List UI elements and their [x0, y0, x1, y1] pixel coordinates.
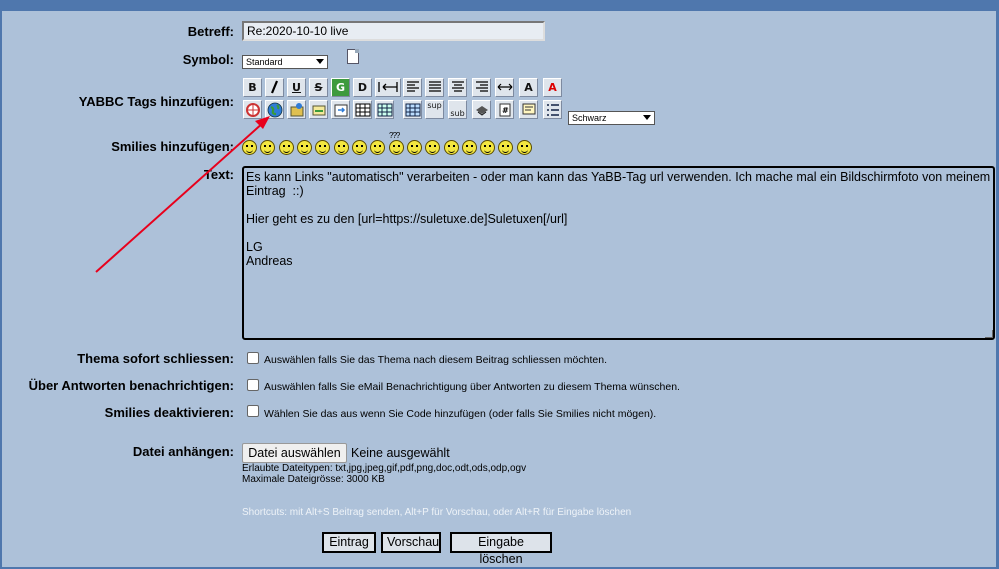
svg-text:#: #: [502, 106, 509, 115]
disable-smilies-desc: Wählen Sie das aus wenn Sie Code hinzufü…: [264, 408, 657, 420]
smiley-kiss-icon[interactable]: [498, 140, 513, 155]
close-thread-desc: Auswählen falls Sie das Thema nach diese…: [264, 354, 607, 366]
file-status: Keine ausgewählt: [351, 446, 450, 460]
smiley-cool-icon[interactable]: [370, 140, 385, 155]
notify-checkbox[interactable]: [247, 379, 259, 391]
chevron-down-icon: [316, 59, 324, 64]
left-border: [0, 11, 2, 569]
smiley-shocked-icon[interactable]: [352, 140, 367, 155]
subject-input[interactable]: Re:2020-10-10 live: [242, 21, 545, 41]
font-color-button[interactable]: A: [543, 78, 562, 97]
close-thread-label: Thema sofort schliessen:: [77, 351, 234, 366]
shadow-button[interactable]: D: [353, 78, 372, 97]
symbol-select-value: Standard: [246, 57, 283, 67]
attach-label: Datei anhängen:: [132, 444, 234, 459]
horizontal-rule-button[interactable]: [495, 78, 514, 97]
disable-smilies-checkbox[interactable]: [247, 405, 259, 417]
align-center-button[interactable]: [448, 78, 467, 97]
smiley-tongue-icon[interactable]: [425, 140, 440, 155]
clear-button[interactable]: Eingabe löschen: [450, 532, 552, 566]
smiley-undecided-icon[interactable]: [480, 140, 495, 155]
subject-label: Betreff:: [187, 24, 234, 39]
subscript-button[interactable]: sub: [448, 100, 467, 119]
align-left-button[interactable]: [403, 78, 422, 97]
symbol-label: Symbol:: [182, 52, 234, 67]
color-select[interactable]: Schwarz: [568, 111, 655, 125]
close-thread-checkbox[interactable]: [247, 352, 259, 364]
font-size-label: A: [524, 81, 533, 94]
text-label: Text:: [203, 167, 234, 182]
code-button[interactable]: #: [495, 100, 514, 119]
smiley-lipsrsealed-icon[interactable]: [462, 140, 477, 155]
print-button[interactable]: [472, 100, 491, 119]
glow-button[interactable]: G: [331, 78, 350, 97]
italic-button[interactable]: [265, 78, 284, 97]
smiley-icon[interactable]: [242, 140, 257, 155]
smiley-huh-icon[interactable]: [389, 140, 404, 155]
submit-button[interactable]: Eintrag: [322, 532, 376, 553]
table-cell-button[interactable]: [403, 100, 422, 119]
align-justify-button[interactable]: [425, 78, 444, 97]
resize-handle[interactable]: [985, 330, 993, 338]
smiley-embarrassed-icon[interactable]: [444, 140, 459, 155]
preview-button[interactable]: Vorschau: [381, 532, 441, 553]
smiley-sad-icon[interactable]: [334, 140, 349, 155]
superscript-button[interactable]: sup: [425, 100, 444, 119]
bold-button[interactable]: B: [243, 78, 262, 97]
max-filesize: Maximale Dateigrösse: 3000 KB: [242, 474, 385, 485]
huh-marks: ???: [389, 131, 400, 140]
document-icon: [347, 49, 359, 64]
quote-button[interactable]: [519, 100, 538, 119]
move-text-button[interactable]: [375, 78, 401, 97]
notify-label: Über Antworten benachrichtigen:: [28, 378, 234, 393]
message-textarea[interactable]: Es kann Links "automatisch" verarbeiten …: [242, 166, 995, 340]
strike-button[interactable]: S: [309, 78, 328, 97]
smiley-rolleyes-icon[interactable]: [407, 140, 422, 155]
move-button[interactable]: [331, 100, 350, 119]
url-button[interactable]: [265, 100, 284, 119]
top-border: [0, 0, 999, 11]
shortcuts-hint: Shortcuts: mit Alt+S Beitrag senden, Alt…: [242, 507, 632, 518]
table-row-button[interactable]: [375, 100, 394, 119]
underline-button[interactable]: U: [287, 78, 306, 97]
flash-button[interactable]: [243, 100, 262, 119]
table-button[interactable]: [353, 100, 372, 119]
smiley-cry-icon[interactable]: [517, 140, 532, 155]
smilies-label: Smilies hinzufügen:: [111, 139, 234, 154]
color-select-value: Schwarz: [572, 113, 607, 123]
smiley-angry-icon[interactable]: [315, 140, 330, 155]
symbol-select[interactable]: Standard: [242, 55, 328, 69]
file-select-button[interactable]: Datei auswählen: [242, 443, 347, 463]
font-size-button[interactable]: A: [519, 78, 538, 97]
smiley-wink-icon[interactable]: [260, 140, 275, 155]
align-right-button[interactable]: [472, 78, 491, 97]
list-button[interactable]: [543, 100, 562, 119]
disable-smilies-label: Smilies deaktivieren:: [104, 405, 234, 420]
image-button[interactable]: [287, 100, 306, 119]
email-button[interactable]: [309, 100, 328, 119]
notify-desc: Auswählen falls Sie eMail Benachrichtigu…: [264, 381, 680, 393]
tags-label: YABBC Tags hinzufügen:: [78, 94, 234, 109]
allowed-filetypes: Erlaubte Dateitypen: txt,jpg,jpeg,gif,pd…: [242, 463, 527, 474]
smiley-grin-icon[interactable]: [297, 140, 312, 155]
smiley-cheesy-icon[interactable]: [279, 140, 294, 155]
chevron-down-icon: [643, 115, 651, 120]
